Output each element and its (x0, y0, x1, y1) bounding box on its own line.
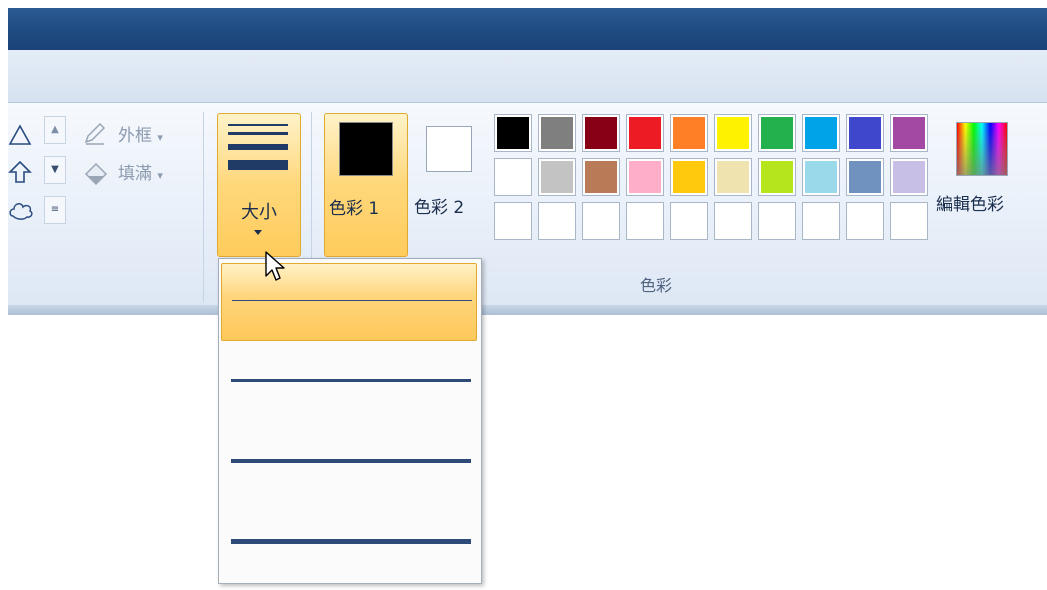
palette-color-swatch[interactable] (670, 202, 708, 240)
title-bar (8, 8, 1047, 50)
palette-color-fill (805, 117, 837, 149)
palette-color-swatch[interactable] (626, 158, 664, 196)
palette-color-swatch[interactable] (494, 202, 532, 240)
palette-color-fill (893, 117, 925, 149)
mouse-pointer-icon (264, 250, 288, 288)
palette-color-swatch[interactable] (494, 114, 532, 152)
palette-color-swatch[interactable] (626, 114, 664, 152)
palette-color-swatch[interactable] (890, 114, 928, 152)
palette-color-swatch[interactable] (758, 202, 796, 240)
outline-button[interactable]: 外框 ▾ (118, 121, 163, 146)
size-option-2[interactable] (221, 343, 477, 421)
outline-label: 外框 (118, 126, 152, 146)
color1-swatch (339, 122, 393, 176)
palette-color-swatch[interactable] (846, 202, 884, 240)
fill-button[interactable]: 填滿 ▾ (118, 159, 163, 184)
size-dropdown-menu (218, 258, 482, 584)
color-spectrum-icon (956, 122, 1008, 176)
palette-color-fill (717, 161, 749, 193)
palette-color-swatch[interactable] (758, 158, 796, 196)
triangle-icon[interactable] (8, 124, 32, 151)
group-separator (203, 112, 204, 302)
palette-color-fill (629, 161, 661, 193)
colors-group-label: 色彩 (640, 276, 673, 295)
palette-color-fill (585, 117, 617, 149)
palette-color-fill (761, 161, 793, 193)
palette-color-fill (761, 117, 793, 149)
palette-color-swatch[interactable] (890, 202, 928, 240)
palette-color-fill (541, 117, 573, 149)
palette-color-swatch[interactable] (846, 158, 884, 196)
palette-color-swatch[interactable] (714, 114, 752, 152)
palette-color-fill (497, 117, 529, 149)
color1-button[interactable]: 色彩 1 (324, 113, 408, 257)
size-option-line (231, 379, 471, 382)
cloud-icon[interactable] (8, 198, 34, 227)
palette-color-fill (585, 161, 617, 193)
size-preview-line-1 (228, 124, 288, 126)
palette-color-fill (717, 117, 749, 149)
palette-color-swatch[interactable] (582, 114, 620, 152)
palette-color-fill (893, 161, 925, 193)
size-preview-line-3 (228, 144, 288, 150)
palette-color-fill (541, 161, 573, 193)
size-option-line (232, 300, 472, 301)
size-preview-line-4 (228, 160, 288, 170)
palette-color-swatch[interactable] (538, 158, 576, 196)
palette-color-swatch[interactable] (582, 158, 620, 196)
fill-dropdown-icon: ▾ (157, 169, 163, 182)
palette-color-fill (673, 117, 705, 149)
size-button[interactable]: 大小 (217, 113, 301, 257)
chevron-down-icon (254, 230, 262, 235)
palette-color-swatch[interactable] (714, 158, 752, 196)
palette-color-swatch[interactable] (802, 158, 840, 196)
palette-color-fill (849, 161, 881, 193)
palette-color-fill (673, 161, 705, 193)
shapes-scroll-up[interactable]: ▲ (44, 116, 66, 144)
palette-color-swatch[interactable] (802, 202, 840, 240)
up-arrow-icon[interactable] (8, 160, 32, 189)
edit-colors-button[interactable]: 編輯色彩 (934, 112, 1034, 252)
size-option-line (231, 539, 471, 544)
color1-label: 色彩 1 (329, 199, 380, 219)
outline-dropdown-icon: ▾ (157, 131, 163, 144)
palette-color-swatch[interactable] (758, 114, 796, 152)
palette-color-fill (849, 117, 881, 149)
size-option-1[interactable] (221, 263, 477, 341)
palette-color-fill (805, 161, 837, 193)
palette-color-swatch[interactable] (714, 202, 752, 240)
color2-swatch[interactable] (426, 126, 472, 172)
palette-color-swatch[interactable] (890, 158, 928, 196)
palette-color-swatch[interactable] (846, 114, 884, 152)
palette-color-swatch[interactable] (626, 202, 664, 240)
outline-icon (82, 122, 108, 150)
shapes-scroll-down[interactable]: ▼ (44, 156, 66, 184)
palette-color-swatch[interactable] (494, 158, 532, 196)
size-label: 大小 (241, 202, 277, 223)
palette-color-swatch[interactable] (670, 158, 708, 196)
edit-colors-label: 編輯色彩 (936, 195, 1004, 215)
palette-color-swatch[interactable] (670, 114, 708, 152)
ribbon-bottom-edge (8, 305, 1047, 315)
size-preview-line-2 (228, 132, 288, 135)
palette-color-fill (497, 161, 529, 193)
color2-label[interactable]: 色彩 2 (414, 193, 464, 218)
ribbon-tab-bar (8, 50, 1047, 103)
shapes-more[interactable]: ≡ (44, 196, 66, 224)
palette-color-swatch[interactable] (538, 202, 576, 240)
palette-color-swatch[interactable] (538, 114, 576, 152)
fill-label: 填滿 (118, 164, 152, 184)
size-option-3[interactable] (221, 423, 477, 501)
size-option-4[interactable] (221, 503, 477, 581)
palette-color-swatch[interactable] (802, 114, 840, 152)
palette-color-fill (629, 117, 661, 149)
size-option-line (231, 459, 471, 463)
palette-color-swatch[interactable] (582, 202, 620, 240)
fill-icon (82, 160, 110, 190)
